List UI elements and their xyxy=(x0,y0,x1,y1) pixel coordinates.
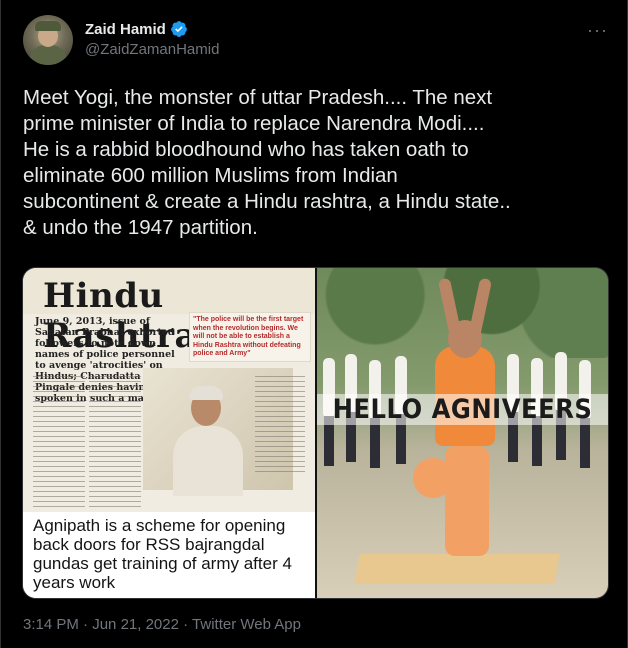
author-name-row: Zaid Hamid xyxy=(85,20,188,38)
tweet-source[interactable]: Twitter Web App xyxy=(192,616,301,633)
display-name[interactable]: Zaid Hamid xyxy=(85,21,166,38)
avatar[interactable] xyxy=(23,15,73,65)
media-image-yoga[interactable]: HELLO AGNIVEERS xyxy=(317,268,608,598)
author-handle[interactable]: @ZaidZamanHamid xyxy=(85,41,219,58)
tweet-time[interactable]: 3:14 PM xyxy=(23,616,79,633)
media-image-newspaper[interactable]: Hindu Rashtra June 9, 2013, issue of San… xyxy=(23,268,315,598)
verified-badge-icon xyxy=(170,21,187,37)
image-caption: Agnipath is a scheme for opening back do… xyxy=(33,516,292,592)
more-options-icon[interactable]: ··· xyxy=(587,20,608,41)
newspaper-quote: "The police will be the first target whe… xyxy=(189,312,311,362)
newspaper-person xyxy=(173,386,243,496)
yoga-person xyxy=(448,320,482,358)
tweet-card: Zaid Hamid @ZaidZamanHamid ··· Meet Yogi… xyxy=(0,0,628,648)
image-overlay-text: HELLO AGNIVEERS xyxy=(317,394,608,425)
tweet-meta: 3:14 PM · Jun 21, 2022 · Twitter Web App xyxy=(23,616,301,633)
tweet-date[interactable]: Jun 21, 2022 xyxy=(92,616,179,633)
tweet-media[interactable]: Hindu Rashtra June 9, 2013, issue of San… xyxy=(22,267,609,599)
tweet-text: Meet Yogi, the monster of uttar Pradesh.… xyxy=(23,86,511,239)
